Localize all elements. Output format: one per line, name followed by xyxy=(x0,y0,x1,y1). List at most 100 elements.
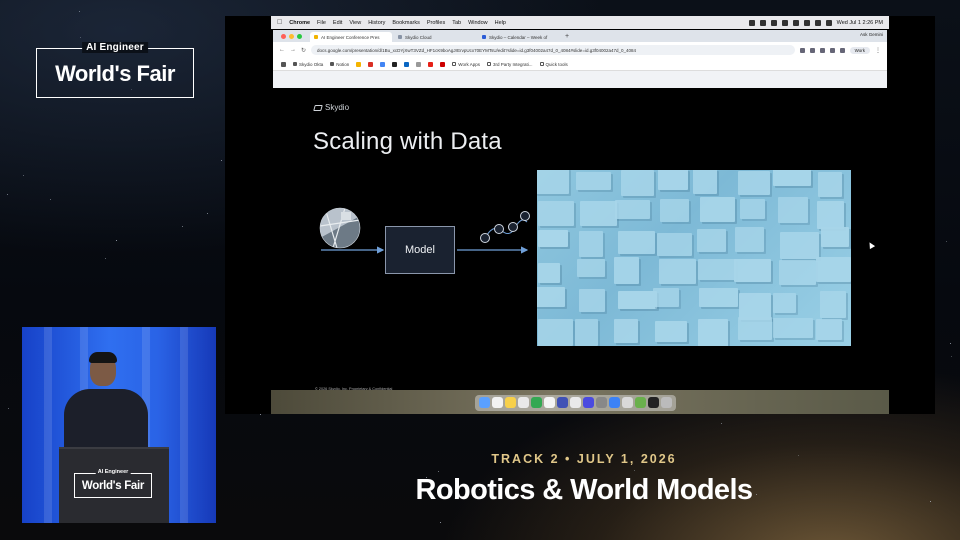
window-controls xyxy=(277,30,308,42)
extension-icon[interactable] xyxy=(809,47,815,53)
menubar-help[interactable]: Help xyxy=(495,20,506,26)
control-center-icon[interactable] xyxy=(825,19,832,26)
city-block xyxy=(579,200,618,227)
city-block xyxy=(816,318,842,341)
menubar-view[interactable]: View xyxy=(349,20,361,26)
star xyxy=(950,355,952,357)
status-icon[interactable] xyxy=(759,19,766,26)
dock-app-icon[interactable] xyxy=(609,397,620,408)
chrome-icon[interactable] xyxy=(531,397,542,408)
menubar-file[interactable]: File xyxy=(317,20,326,26)
extension-icon[interactable] xyxy=(829,47,835,53)
event-logo: AI Engineer World's Fair xyxy=(36,42,194,98)
podium-logo-small: AI Engineer xyxy=(95,469,131,475)
stage-background: AI Engineer World's Fair  Chrome File E… xyxy=(0,0,960,540)
dock-app-icon[interactable] xyxy=(570,397,581,408)
dock-app-icon[interactable] xyxy=(544,397,555,408)
mac-menubar:  Chrome File Edit View History Bookmark… xyxy=(271,16,889,29)
city-block xyxy=(613,319,638,343)
extension-icon[interactable] xyxy=(799,47,805,53)
input-image-globe xyxy=(319,207,361,249)
minimize-window-button[interactable] xyxy=(289,33,294,39)
city-block xyxy=(779,260,817,285)
star xyxy=(259,413,261,415)
menubar-history[interactable]: History xyxy=(368,20,385,26)
dock-app-icon[interactable] xyxy=(492,397,503,408)
slack-icon[interactable] xyxy=(583,397,594,408)
bookmark-icon[interactable] xyxy=(380,61,386,67)
dock-app-icon[interactable] xyxy=(622,397,633,408)
status-icon[interactable] xyxy=(770,19,777,26)
menubar-bookmarks[interactable]: Bookmarks xyxy=(392,20,420,26)
bookmark-icon[interactable] xyxy=(356,61,362,67)
city-block xyxy=(818,172,842,198)
dock-app-icon[interactable] xyxy=(635,397,646,408)
browser-window: AI Engineer Conference Pres Skydio Cloud… xyxy=(273,30,887,88)
apple-icon[interactable]:  xyxy=(277,19,282,26)
profile-button[interactable]: Work xyxy=(849,46,870,54)
tab-skydio-cloud[interactable]: Skydio Cloud xyxy=(394,32,476,42)
kebab-menu-icon[interactable]: ⋮ xyxy=(875,47,881,54)
gmail-icon[interactable] xyxy=(368,61,374,67)
ask-gemini-button[interactable]: Ask Gemini xyxy=(860,32,883,37)
dock-app-icon[interactable] xyxy=(518,397,529,408)
close-window-button[interactable] xyxy=(281,33,286,39)
bookmark-icon[interactable] xyxy=(440,61,446,67)
status-icon[interactable] xyxy=(781,19,788,26)
bookmark-notion[interactable]: Notion xyxy=(330,62,349,67)
extension-icon[interactable] xyxy=(819,47,825,53)
menubar-app-name[interactable]: Chrome xyxy=(289,20,310,26)
wifi-icon[interactable] xyxy=(803,19,810,26)
tab-label: Skydio Cloud xyxy=(405,34,432,40)
apps-grid-icon[interactable] xyxy=(281,61,286,67)
battery-icon[interactable] xyxy=(792,19,799,26)
finder-icon[interactable] xyxy=(479,397,490,408)
bookmark-folder-work-apps[interactable]: Work Apps xyxy=(452,62,480,67)
city-3d-render xyxy=(537,170,851,346)
tab-calendar[interactable]: Skydio – Calendar – Week of xyxy=(478,32,560,42)
bookmark-icon[interactable] xyxy=(404,61,410,67)
notes-icon[interactable] xyxy=(505,397,516,408)
star xyxy=(720,422,722,424)
bookmark-skydio-okta[interactable]: Skydio Okta xyxy=(293,62,323,67)
star xyxy=(221,159,223,161)
menubar-profiles[interactable]: Profiles xyxy=(427,20,445,26)
reload-icon[interactable]: ↻ xyxy=(301,47,306,54)
bookmark-folder-quick-tools[interactable]: Quick tools xyxy=(539,62,568,67)
bookmark-folder-3rd-party[interactable]: 3rd Party Integrati... xyxy=(486,62,533,67)
city-block xyxy=(820,227,850,248)
github-icon[interactable] xyxy=(392,61,398,67)
menubar-clock[interactable]: Wed Jul 1 2:26 PM xyxy=(837,20,883,26)
podium-logo: AI Engineer World's Fair xyxy=(74,469,152,498)
model-box: Model xyxy=(385,226,455,274)
star xyxy=(950,342,952,344)
city-block xyxy=(739,199,765,220)
city-block xyxy=(574,318,599,346)
city-block xyxy=(614,200,650,220)
tab-strip: AI Engineer Conference Pres Skydio Cloud… xyxy=(273,30,887,42)
zoom-window-button[interactable] xyxy=(297,33,302,39)
status-icon[interactable] xyxy=(748,19,755,26)
city-block xyxy=(698,259,737,280)
dock-app-icon[interactable] xyxy=(557,397,568,408)
menubar-edit[interactable]: Edit xyxy=(333,20,342,26)
bookmark-icon[interactable] xyxy=(416,61,422,67)
new-tab-button[interactable]: + xyxy=(562,32,572,42)
tab-slides-presentation[interactable]: AI Engineer Conference Pres xyxy=(310,32,392,42)
menubar-window[interactable]: Window xyxy=(468,20,488,26)
terminal-icon[interactable] xyxy=(648,397,659,408)
back-icon[interactable]: ← xyxy=(279,47,285,53)
youtube-icon[interactable] xyxy=(428,61,434,67)
city-block xyxy=(816,201,845,229)
menubar-tab[interactable]: Tab xyxy=(452,20,461,26)
star xyxy=(49,199,51,201)
url-field[interactable]: docs.google.com/presentation/d/1Bu_xcDYj… xyxy=(311,45,795,55)
download-icon[interactable] xyxy=(839,47,845,53)
forward-icon[interactable]: → xyxy=(290,47,296,53)
city-block xyxy=(700,197,735,222)
menubar-status-area: Wed Jul 1 2:26 PM xyxy=(748,19,883,26)
city-block xyxy=(579,289,605,312)
trash-icon[interactable] xyxy=(661,397,672,408)
search-icon[interactable] xyxy=(814,19,821,26)
address-bar-row: ← → ↻ docs.google.com/presentation/d/1Bu… xyxy=(273,42,887,58)
